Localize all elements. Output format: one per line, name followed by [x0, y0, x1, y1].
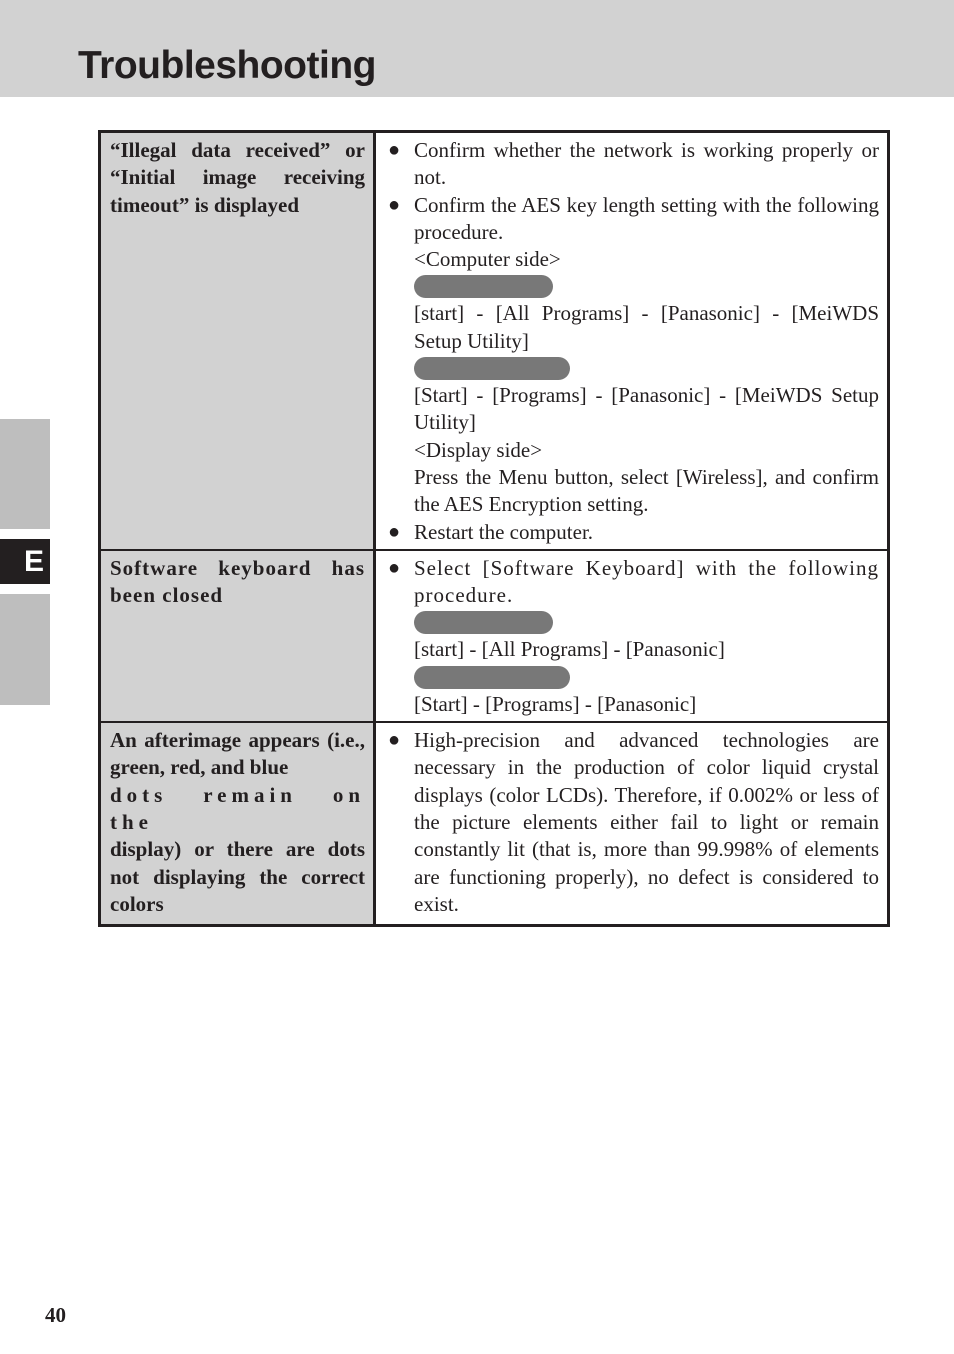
problem-cell: Software keyboard has been closed: [99, 548, 376, 723]
problem-text: An afterimage appears (i.e., green, red,…: [110, 728, 365, 780]
problem-text: “Illegal data received” or “Initial imag…: [110, 138, 365, 217]
troubleshooting-table: “Illegal data received” or “Initial imag…: [98, 130, 890, 928]
solution-item: ● Confirm whether the network is working…: [388, 137, 879, 192]
solution-item: ● Select [Software Keyboard] with the fo…: [388, 555, 879, 718]
solution-text: Confirm the AES key length setting with …: [414, 192, 879, 244]
problem-text: display) or there are dots not displayin…: [110, 837, 365, 916]
computer-side-label: <Computer side>: [414, 247, 561, 272]
solution-item: ● Confirm the AES key length setting wit…: [388, 192, 879, 519]
menu-path: [start] - [All Programs] - [Panasonic]: [414, 637, 725, 662]
solution-text: Select [Software Keyboard] with the foll…: [414, 555, 879, 608]
bullet-icon: ●: [388, 729, 401, 752]
bullet-icon: ●: [388, 193, 401, 216]
problem-cell: “Illegal data received” or “Initial imag…: [99, 131, 376, 550]
os-label-pill: [414, 357, 570, 381]
menu-path: [Start] - [Programs] - [Panasonic]: [414, 691, 697, 716]
side-tab-lower: [0, 594, 50, 705]
os-label-pill: [414, 611, 553, 635]
bullet-icon: ●: [388, 139, 401, 161]
side-tab-upper: [0, 419, 50, 529]
problem-text: Software keyboard has been closed: [110, 555, 365, 608]
side-tab-language-indicator: E: [0, 539, 50, 584]
solution-cell: ● High-precision and advanced technologi…: [374, 721, 889, 926]
display-instruction: Press the Menu button, select [Wireless]…: [414, 464, 879, 517]
solution-item: ● High-precision and advanced technologi…: [388, 727, 879, 918]
table-row: An afterimage appears (i.e., green, red,…: [99, 721, 889, 926]
table-row: “Illegal data received” or “Initial imag…: [99, 131, 889, 550]
solution-item: ● Restart the computer.: [388, 519, 879, 546]
problem-text: dots remain on the: [110, 782, 365, 834]
solution-text: Restart the computer.: [414, 519, 594, 544]
bullet-icon: ●: [388, 520, 401, 543]
page-title: Troubleshooting: [78, 44, 376, 87]
display-side-label: <Display side>: [414, 437, 543, 462]
bullet-icon: ●: [388, 556, 401, 579]
os-label-pill: [414, 275, 553, 299]
problem-cell: An afterimage appears (i.e., green, red,…: [99, 721, 376, 926]
solution-cell: ● Select [Software Keyboard] with the fo…: [374, 548, 889, 723]
solution-cell: ● Confirm whether the network is working…: [375, 132, 889, 550]
os-label-pill: [414, 665, 570, 689]
solution-text: Confirm whether the network is working p…: [414, 138, 879, 190]
menu-path: [start] - [All Programs] - [Panasonic] -…: [414, 301, 879, 353]
page-number: 40: [45, 1303, 66, 1327]
table-row: Software keyboard has been closed ● Sele…: [99, 548, 889, 723]
menu-path: [Start] - [Programs] - [Panasonic] - [Me…: [414, 383, 879, 435]
solution-text: High-precision and advanced technologies…: [414, 728, 879, 916]
